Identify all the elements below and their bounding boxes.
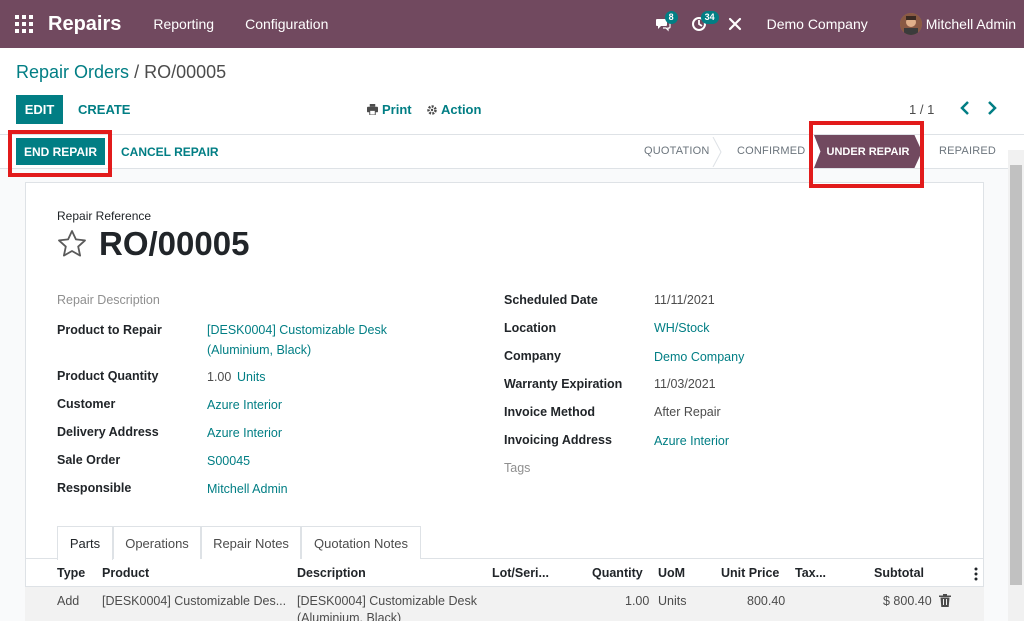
column-quantity[interactable]: Quantity bbox=[592, 566, 643, 580]
row-subtotal: $ 800.40 bbox=[883, 594, 932, 608]
tab-repair-notes[interactable]: Repair Notes bbox=[201, 526, 301, 559]
column-description[interactable]: Description bbox=[297, 566, 366, 580]
optional-columns-icon[interactable] bbox=[974, 567, 978, 581]
invoicing-address-label: Invoicing Address bbox=[504, 433, 612, 447]
product-to-repair-variant[interactable]: (Aluminium, Black) bbox=[207, 343, 311, 357]
edit-button[interactable]: EDIT bbox=[16, 95, 63, 124]
column-product[interactable]: Product bbox=[102, 566, 149, 580]
column-taxes[interactable]: Tax... bbox=[795, 566, 826, 580]
row-description-variant: (Aluminium, Black) bbox=[297, 611, 402, 621]
apps-menu-icon[interactable] bbox=[0, 0, 48, 48]
warranty-expiration-value: 11/03/2021 bbox=[654, 377, 716, 391]
column-lot-serial[interactable]: Lot/Seri... bbox=[492, 566, 549, 580]
highlight-under-repair bbox=[809, 121, 924, 188]
column-subtotal[interactable]: Subtotal bbox=[874, 566, 924, 580]
row-quantity: 1.00 bbox=[625, 594, 650, 608]
messages-badge: 8 bbox=[664, 11, 678, 24]
location-label: Location bbox=[504, 321, 557, 335]
sale-order-value[interactable]: S00045 bbox=[207, 454, 250, 468]
invoice-method-value: After Repair bbox=[654, 405, 721, 419]
print-button[interactable]: Print bbox=[367, 102, 412, 117]
gear-icon bbox=[427, 104, 437, 115]
scheduled-date-value: 11/11/2021 bbox=[654, 293, 715, 307]
tab-parts[interactable]: Parts bbox=[57, 526, 113, 560]
app-brand[interactable]: Repairs bbox=[48, 13, 121, 36]
stage-quotation[interactable]: QUOTATION bbox=[644, 145, 710, 157]
tools-icon bbox=[728, 17, 741, 31]
tags-field[interactable]: Tags bbox=[504, 461, 530, 475]
repair-reference-title: RO/00005 bbox=[99, 225, 250, 262]
invoicing-address-value[interactable]: Azure Interior bbox=[654, 434, 729, 448]
action-button[interactable]: Action bbox=[427, 102, 481, 117]
cancel-repair-button[interactable]: CANCEL REPAIR bbox=[121, 145, 219, 159]
star-icon[interactable] bbox=[56, 228, 88, 260]
product-quantity-value: 1.00 bbox=[207, 370, 232, 384]
row-unit-price: 800.40 bbox=[747, 594, 786, 608]
debug-tools-button[interactable] bbox=[717, 0, 753, 48]
company-value[interactable]: Demo Company bbox=[654, 350, 744, 364]
customer-value[interactable]: Azure Interior bbox=[207, 398, 282, 412]
trash-icon[interactable] bbox=[939, 594, 951, 607]
avatar bbox=[899, 13, 922, 35]
top-navbar: Repairs Reporting Configuration 8 34 Dem… bbox=[0, 0, 1024, 48]
repair-reference-label: Repair Reference bbox=[57, 209, 152, 223]
delivery-address-label: Delivery Address bbox=[57, 425, 159, 439]
stage-repaired[interactable]: REPAIRED bbox=[939, 145, 996, 157]
stage-confirmed[interactable]: CONFIRMED bbox=[737, 145, 805, 157]
scheduled-date-label: Scheduled Date bbox=[504, 293, 598, 307]
pager-value[interactable]: 1 / 1 bbox=[909, 102, 934, 117]
pager-next-button[interactable] bbox=[986, 100, 998, 119]
location-value[interactable]: WH/Stock bbox=[654, 321, 710, 335]
row-uom: Units bbox=[658, 594, 687, 608]
breadcrumb-current: RO/00005 bbox=[144, 62, 227, 82]
tab-quotation-notes[interactable]: Quotation Notes bbox=[301, 526, 421, 559]
product-to-repair-label: Product to Repair bbox=[57, 323, 162, 337]
chevron-right-icon bbox=[988, 101, 997, 115]
user-menu[interactable]: Mitchell Admin bbox=[899, 13, 1016, 35]
product-quantity-uom[interactable]: Units bbox=[237, 370, 265, 384]
breadcrumb: Repair Orders / RO/00005 bbox=[16, 62, 226, 83]
company-switcher[interactable]: Demo Company bbox=[767, 16, 868, 32]
product-quantity-label: Product Quantity bbox=[57, 369, 159, 383]
row-type: Add bbox=[57, 594, 80, 608]
breadcrumb-separator: / bbox=[134, 62, 140, 82]
stage-separator bbox=[712, 137, 722, 167]
customer-label: Customer bbox=[57, 397, 116, 411]
messages-button[interactable]: 8 bbox=[645, 0, 681, 48]
menu-configuration[interactable]: Configuration bbox=[245, 16, 328, 32]
sale-order-label: Sale Order bbox=[57, 453, 121, 467]
breadcrumb-repair-orders[interactable]: Repair Orders bbox=[16, 62, 129, 82]
responsible-value[interactable]: Mitchell Admin bbox=[207, 482, 288, 496]
activities-button[interactable]: 34 bbox=[681, 0, 719, 48]
warranty-expiration-label: Warranty Expiration bbox=[504, 377, 623, 391]
product-to-repair-value[interactable]: [DESK0004] Customizable Desk bbox=[207, 323, 387, 337]
pager-previous-button[interactable] bbox=[959, 100, 971, 119]
print-label: Print bbox=[382, 102, 412, 117]
row-product: [DESK0004] Customizable Des... bbox=[102, 594, 287, 608]
column-unit-price[interactable]: Unit Price bbox=[721, 566, 779, 580]
highlight-end-repair bbox=[8, 130, 112, 177]
print-icon bbox=[367, 104, 378, 115]
responsible-label: Responsible bbox=[57, 481, 132, 495]
tab-operations[interactable]: Operations bbox=[113, 526, 201, 559]
repair-description-field[interactable]: Repair Description bbox=[57, 293, 160, 307]
action-label: Action bbox=[441, 102, 482, 117]
column-uom[interactable]: UoM bbox=[658, 566, 685, 580]
scrollbar-thumb[interactable] bbox=[1010, 165, 1022, 585]
column-type[interactable]: Type bbox=[57, 566, 85, 580]
create-button[interactable]: CREATE bbox=[78, 102, 130, 117]
delivery-address-value[interactable]: Azure Interior bbox=[207, 426, 282, 440]
row-description: [DESK0004] Customizable Desk bbox=[297, 594, 477, 608]
menu-reporting[interactable]: Reporting bbox=[153, 16, 214, 32]
chevron-left-icon bbox=[960, 101, 969, 115]
invoice-method-label: Invoice Method bbox=[504, 405, 595, 419]
user-name: Mitchell Admin bbox=[925, 16, 1016, 32]
company-label: Company bbox=[504, 349, 561, 363]
